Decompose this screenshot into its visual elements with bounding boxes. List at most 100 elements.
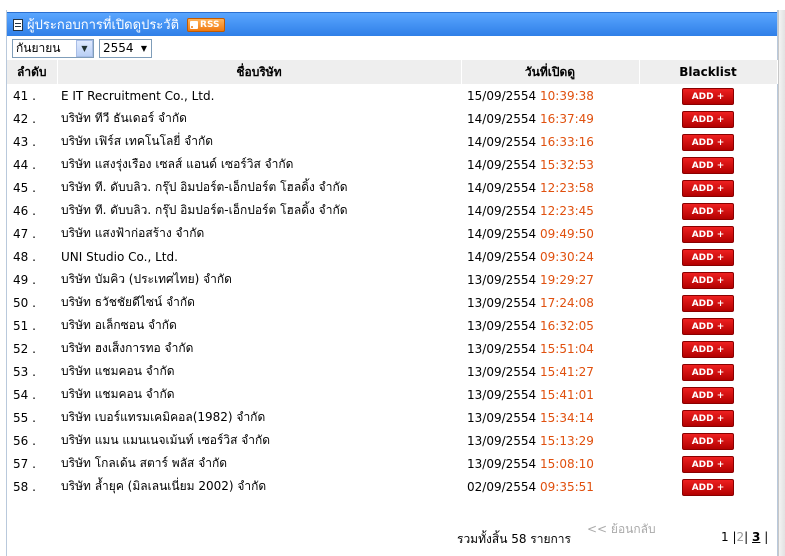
table-header-row: ลำดับ ชื่อบริษัท วันที่เปิดดู Blacklist <box>7 60 778 84</box>
row-number: 49 . <box>13 272 36 287</box>
viewed-datetime: 14/09/2554 09:30:24 <box>461 245 639 268</box>
table-row: 53 . บริษัท แชมคอน จำกัด 13/09/2554 15:41:… <box>7 360 777 383</box>
add-blacklist-button[interactable]: ADD + <box>682 341 734 358</box>
add-blacklist-button[interactable]: ADD + <box>682 410 734 427</box>
blacklist-cell: ADD + <box>639 84 777 107</box>
company-name[interactable]: บริษัท ฮงเส็งการทอ จำกัด <box>57 337 461 360</box>
viewed-datetime: 14/09/2554 16:37:49 <box>461 107 639 130</box>
company-name[interactable]: บริษัท เฟิร์ส เทคโนโลยี่ จำกัด <box>57 130 461 153</box>
rss-button[interactable]: RSS <box>187 17 225 32</box>
month-select-value: กันยายน <box>16 40 61 55</box>
table-row: 43 . บริษัท เฟิร์ส เทคโนโลยี่ จำกัด 14/09/… <box>7 130 777 153</box>
company-name[interactable]: บริษัท ที. ดับบลิว. กรุ๊ป อิมปอร์ต-เอ็กป… <box>57 199 461 222</box>
add-blacklist-button[interactable]: ADD + <box>682 157 734 174</box>
viewed-time: 17:24:08 <box>540 295 594 310</box>
panel-title: ผู้ประกอบการที่เปิดดูประวัติ <box>27 18 180 33</box>
viewed-time: 15:13:29 <box>540 433 594 448</box>
row-number: 44 . <box>13 157 36 172</box>
table-row: 49 . บริษัท บัมคิว (ประเทศไทย) จำกัด 13/09… <box>7 268 777 291</box>
viewed-datetime: 14/09/2554 09:49:50 <box>461 222 639 245</box>
table-footer: รวมทั้งสิ้น 58 รายการ << ย้อนกลับ 1 |2| … <box>7 518 777 548</box>
table-row: 58 . บริษัท ล้ำยุค (มิลเลนเนี่ยม 2002) จำ… <box>7 475 777 498</box>
viewed-datetime: 14/09/2554 16:33:16 <box>461 130 639 153</box>
company-name[interactable]: บริษัท แมน แมนเนจเม้นท์ เซอร์วิส จำกัด <box>57 429 461 452</box>
viewed-datetime: 14/09/2554 12:23:45 <box>461 199 639 222</box>
viewed-time: 12:23:45 <box>540 203 594 218</box>
viewed-datetime: 13/09/2554 15:08:10 <box>461 452 639 475</box>
add-blacklist-button[interactable]: ADD + <box>682 456 734 473</box>
blacklist-cell: ADD + <box>639 107 777 130</box>
viewed-date: 14/09/2554 <box>467 157 537 172</box>
viewed-date: 13/09/2554 <box>467 364 537 379</box>
company-name[interactable]: บริษัท แสงรุ่งเรือง เซลส์ แอนด์ เซอร์วิส… <box>57 153 461 176</box>
blacklist-cell: ADD + <box>639 452 777 475</box>
viewed-date: 14/09/2554 <box>467 134 537 149</box>
row-number: 52 . <box>13 341 36 356</box>
viewed-time: 10:39:38 <box>540 88 594 103</box>
total-count: รวมทั้งสิ้น 58 รายการ <box>457 532 571 546</box>
column-header-company: ชื่อบริษัท <box>57 60 462 84</box>
viewed-time: 16:32:05 <box>540 318 594 333</box>
blacklist-cell: ADD + <box>639 475 777 498</box>
add-blacklist-button[interactable]: ADD + <box>682 272 734 289</box>
add-blacklist-button[interactable]: ADD + <box>682 364 734 381</box>
viewed-datetime: 15/09/2554 10:39:38 <box>461 84 639 107</box>
viewed-datetime: 13/09/2554 17:24:08 <box>461 291 639 314</box>
add-blacklist-button[interactable]: ADD + <box>682 111 734 128</box>
add-blacklist-button[interactable]: ADD + <box>682 203 734 220</box>
filter-bar: กันยายน ▼ 2554 ▼ <box>7 36 777 60</box>
viewed-datetime: 02/09/2554 09:35:51 <box>461 475 639 498</box>
viewed-time: 15:41:01 <box>540 387 594 402</box>
viewed-time: 15:08:10 <box>540 456 594 471</box>
chevron-down-icon[interactable]: ▼ <box>76 39 93 57</box>
row-number: 43 . <box>13 134 36 149</box>
add-blacklist-button[interactable]: ADD + <box>682 134 734 151</box>
company-name[interactable]: บริษัท ธวัชชัยดีไซน์ จำกัด <box>57 291 461 314</box>
company-name[interactable]: E IT Recruitment Co., Ltd. <box>57 84 461 107</box>
panel-titlebar: ผู้ประกอบการที่เปิดดูประวัติ RSS <box>7 12 777 36</box>
month-select[interactable]: กันยายน ▼ <box>12 38 94 58</box>
add-blacklist-button[interactable]: ADD + <box>682 433 734 450</box>
viewed-date: 13/09/2554 <box>467 341 537 356</box>
table-row: 56 . บริษัท แมน แมนเนจเม้นท์ เซอร์วิส จำก… <box>7 429 777 452</box>
company-name[interactable]: บริษัท ล้ำยุค (มิลเลนเนี่ยม 2002) จำกัด <box>57 475 461 498</box>
add-blacklist-button[interactable]: ADD + <box>682 226 734 243</box>
history-table: ลำดับ ชื่อบริษัท วันที่เปิดดู Blacklist … <box>7 60 778 498</box>
company-name[interactable]: บริษัท ที. ดับบลิว. กรุ๊ป อิมปอร์ต-เอ็กป… <box>57 176 461 199</box>
table-row: 46 . บริษัท ที. ดับบลิว. กรุ๊ป อิมปอร์ต-เ… <box>7 199 777 222</box>
year-select[interactable]: 2554 ▼ <box>99 38 152 58</box>
viewed-date: 13/09/2554 <box>467 410 537 425</box>
company-name[interactable]: บริษัท อเล็กซอน จำกัด <box>57 314 461 337</box>
company-name[interactable]: บริษัท แชมคอน จำกัด <box>57 360 461 383</box>
row-number: 55 . <box>13 410 36 425</box>
add-blacklist-button[interactable]: ADD + <box>682 295 734 312</box>
back-link[interactable]: << ย้อนกลับ <box>587 520 656 539</box>
window-scrollbar[interactable] <box>778 10 785 556</box>
company-name[interactable]: บริษัท โกลเด้น สตาร์ พลัส จำกัด <box>57 452 461 475</box>
company-name[interactable]: บริษัท เบอร์แทรมเคมิคอล(1982) จำกัด <box>57 406 461 429</box>
table-row: 42 . บริษัท ทีวี ธันเดอร์ จำกัด 14/09/2554… <box>7 107 777 130</box>
blacklist-cell: ADD + <box>639 268 777 291</box>
blacklist-cell: ADD + <box>639 245 777 268</box>
company-name[interactable]: บริษัท แสงฟ้าก่อสร้าง จำกัด <box>57 222 461 245</box>
add-blacklist-button[interactable]: ADD + <box>682 387 734 404</box>
page-link-2[interactable]: 2 <box>737 530 745 544</box>
viewed-datetime: 14/09/2554 12:23:58 <box>461 176 639 199</box>
company-name[interactable]: บริษัท ทีวี ธันเดอร์ จำกัด <box>57 107 461 130</box>
company-name[interactable]: บริษัท แชมคอน จำกัด <box>57 383 461 406</box>
add-blacklist-button[interactable]: ADD + <box>682 249 734 266</box>
chevron-down-icon[interactable]: ▼ <box>137 44 151 53</box>
row-number: 51 . <box>13 318 36 333</box>
add-blacklist-button[interactable]: ADD + <box>682 318 734 335</box>
company-name[interactable]: UNI Studio Co., Ltd. <box>57 245 461 268</box>
add-blacklist-button[interactable]: ADD + <box>682 88 734 105</box>
table-row: 57 . บริษัท โกลเด้น สตาร์ พลัส จำกัด 13/09… <box>7 452 777 475</box>
viewed-datetime: 13/09/2554 15:41:01 <box>461 383 639 406</box>
page-link-1[interactable]: 1 <box>721 530 729 544</box>
add-blacklist-button[interactable]: ADD + <box>682 479 734 496</box>
blacklist-cell: ADD + <box>639 360 777 383</box>
viewed-date: 13/09/2554 <box>467 295 537 310</box>
company-name[interactable]: บริษัท บัมคิว (ประเทศไทย) จำกัด <box>57 268 461 291</box>
add-blacklist-button[interactable]: ADD + <box>682 180 734 197</box>
viewed-time: 09:49:50 <box>540 226 594 241</box>
